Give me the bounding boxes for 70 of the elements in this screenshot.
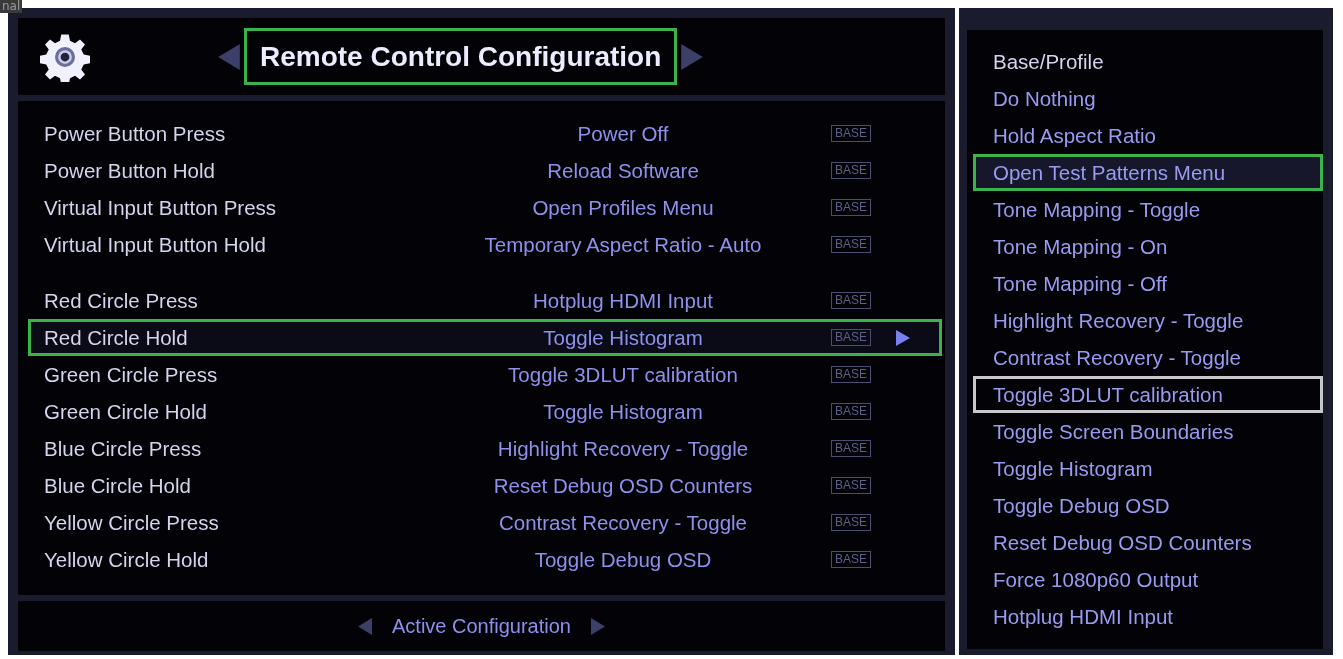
option-item[interactable]: Contrast Recovery - Toggle [973,339,1323,376]
right-arrow-icon[interactable] [896,329,910,346]
action-value: Hotplug HDMI Input [532,288,714,313]
action-value: Highlight Recovery - Toggle [496,436,750,461]
button-name: Virtual Input Button Press [43,195,278,220]
option-item[interactable]: Toggle 3DLUT calibration [973,376,1323,413]
mapping-row[interactable]: Yellow Circle Hold Toggle Debug OSD BASE [28,541,942,578]
button-name: Power Button Press [43,121,227,146]
button-name: Virtual Input Button Hold [43,232,267,257]
mapping-row[interactable]: Red Circle Hold Toggle Histogram BASE [28,319,942,356]
button-name: Green Circle Hold [43,399,208,424]
option-item[interactable]: Do Nothing [973,80,1323,117]
base-tag: BASE [831,440,871,457]
action-value: Toggle Debug OSD [533,547,713,572]
option-item[interactable]: Toggle Histogram [973,450,1323,487]
base-tag: BASE [831,403,871,420]
action-value: Reload Software [546,158,700,183]
button-name: Red Circle Press [43,288,199,313]
option-item[interactable]: Tone Mapping - On [973,228,1323,265]
button-name: Green Circle Press [43,362,219,387]
option-item[interactable]: Tone Mapping - Off [973,265,1323,302]
action-value: Power Off [576,121,670,146]
action-value: Open Profiles Menu [531,195,715,220]
base-tag: BASE [831,199,871,216]
mapping-row[interactable]: Blue Circle Press Highlight Recovery - Toggle BASE [28,430,942,467]
option-item[interactable]: Hold Aspect Ratio [973,117,1323,154]
option-item[interactable]: Force 1080p60 Output [973,561,1323,598]
button-name: Blue Circle Hold [43,473,192,498]
mapping-row[interactable]: Power Button Press Power Off BASE [28,115,942,152]
option-item[interactable]: Open Test Patterns Menu [973,154,1323,191]
mapping-row[interactable]: Virtual Input Button Hold Temporary Aspect Ratio - Auto BASE [28,226,942,263]
base-tag: BASE [831,236,871,253]
mapping-row[interactable]: Red Circle Press Hotplug HDMI Input BASE [28,282,942,319]
action-value: Reset Debug OSD Counters [492,473,754,498]
base-tag: BASE [831,162,871,179]
base-tag: BASE [831,292,871,309]
base-tag: BASE [831,366,871,383]
option-item[interactable]: Tone Mapping - Toggle [973,191,1323,228]
left-arrow-icon[interactable] [218,43,240,70]
option-item[interactable]: Reset Debug OSD Counters [973,524,1323,561]
mapping-row[interactable]: Virtual Input Button Press Open Profiles Menu BASE [28,189,942,226]
option-item[interactable]: Toggle Debug OSD [973,487,1323,524]
mapping-row[interactable]: Blue Circle Hold Reset Debug OSD Counters BASE [28,467,942,504]
button-name: Power Button Hold [43,158,216,183]
action-value: Contrast Recovery - Toggle [498,510,748,535]
button-name: Yellow Circle Hold [43,547,210,572]
mapping-row[interactable]: Green Circle Hold Toggle Histogram BASE [28,393,942,430]
base-tag: BASE [831,125,871,142]
footer-label: Active Configuration [392,614,571,638]
base-tag: BASE [831,329,871,346]
mapping-row[interactable]: Power Button Hold Reload Software BASE [28,152,942,189]
action-value: Temporary Aspect Ratio - Auto [483,232,763,257]
option-item[interactable]: Hotplug HDMI Input [973,598,1323,635]
button-name: Blue Circle Press [43,436,203,461]
base-tag: BASE [831,477,871,494]
left-arrow-icon[interactable] [358,617,372,635]
screen-title: Remote Control Configuration [244,28,678,85]
option-item[interactable]: Base/Profile [973,43,1323,80]
option-item[interactable]: Toggle Screen Boundaries [973,413,1323,450]
base-tag: BASE [831,551,871,568]
base-tag: BASE [831,514,871,531]
button-name: Red Circle Hold [43,325,189,350]
button-name: Yellow Circle Press [43,510,220,535]
option-item[interactable]: Highlight Recovery - Toggle [973,302,1323,339]
mapping-row[interactable]: Yellow Circle Press Contrast Recovery - Toggle BASE [28,504,942,541]
action-value: Toggle Histogram [542,325,704,350]
corner-label: nal [0,0,23,13]
mapping-row[interactable]: Green Circle Press Toggle 3DLUT calibration BASE [28,356,942,393]
action-value: Toggle 3DLUT calibration [507,362,739,387]
action-value: Toggle Histogram [542,399,704,424]
